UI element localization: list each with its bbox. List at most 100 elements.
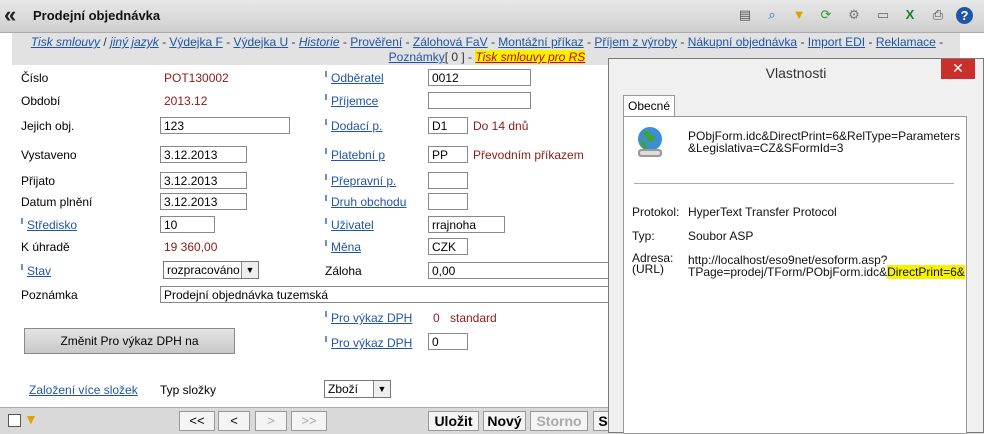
label-typ-slozky: Typ složky bbox=[160, 383, 217, 397]
link-prepravni-p[interactable]: Přepravní p. bbox=[325, 174, 396, 188]
link-stredisko[interactable]: Středisko bbox=[21, 218, 77, 232]
link-vydejka-f[interactable]: Výdejka F bbox=[169, 35, 222, 49]
input-uzivatel[interactable]: rrajnoha bbox=[428, 216, 505, 233]
properties-dialog: Vlastnosti ✕ Obecné PObjForm.idc&DirectP… bbox=[608, 58, 984, 434]
prev-page-button[interactable]: < bbox=[218, 411, 250, 431]
link-reklamace[interactable]: Reklamace bbox=[876, 35, 936, 49]
input-platebni-p[interactable]: PP bbox=[428, 146, 468, 163]
input-vystaveno[interactable]: 3.12.2013 bbox=[160, 146, 247, 163]
select-stav-value: rozpracováno bbox=[167, 263, 240, 277]
settings-icon[interactable]: ⚙ bbox=[845, 6, 863, 24]
input-prepravni-p[interactable] bbox=[428, 172, 468, 189]
input-prijemce[interactable] bbox=[428, 92, 531, 109]
label-zaloha: Záloha bbox=[325, 264, 362, 278]
header-bar: « Prodejní objednávka ▤ ⌕ ▼ ⟳ ⚙ ▭ X ⎙ ? bbox=[0, 0, 984, 33]
value-dodaci-text: Do 14 dnů bbox=[473, 119, 529, 133]
cancel-button[interactable]: Storno bbox=[530, 411, 588, 431]
label-cislo: Číslo bbox=[21, 71, 49, 85]
link-pro-vykaz-dph-1[interactable]: Pro výkaz DPH bbox=[325, 311, 412, 325]
link-historie[interactable]: Historie bbox=[299, 35, 340, 49]
label-datum-plneni: Datum plnění bbox=[21, 195, 93, 209]
refresh-icon[interactable]: ⟳ bbox=[817, 6, 835, 24]
label-obdobi: Období bbox=[21, 94, 61, 108]
close-icon[interactable]: ✕ bbox=[941, 59, 975, 79]
label-k-uhrade: K úhradě bbox=[21, 240, 70, 254]
input-zaloha[interactable]: 0,00 bbox=[428, 262, 609, 279]
link-prijemce[interactable]: Příjemce bbox=[325, 94, 378, 108]
save-button[interactable]: Uložit bbox=[428, 411, 479, 431]
input-mena[interactable]: CZK bbox=[428, 238, 468, 255]
filter-icon[interactable]: ▼ bbox=[790, 6, 808, 24]
label-poznamka: Poznámka bbox=[21, 288, 78, 302]
link-uzivatel[interactable]: Uživatel bbox=[325, 218, 374, 232]
select-typ-slozky[interactable]: Zboží ▼ bbox=[324, 380, 391, 398]
select-typ-value: Zboží bbox=[328, 382, 359, 396]
value-cislo: POT130002 bbox=[164, 71, 229, 85]
address-highlight: DirectPrint=6& bbox=[887, 265, 965, 279]
excel-icon[interactable]: X bbox=[901, 6, 919, 24]
link-vydejka-u[interactable]: Výdejka U bbox=[233, 35, 288, 49]
link-pro-vykaz-dph-2[interactable]: Pro výkaz DPH bbox=[325, 336, 412, 350]
input-druh-obchodu[interactable] bbox=[428, 193, 468, 210]
input-prijato[interactable]: 3.12.2013 bbox=[160, 172, 247, 189]
value-platebni-text: Převodním příkazem bbox=[473, 148, 584, 162]
chevron-down-icon: ▼ bbox=[373, 381, 390, 397]
last-page-button[interactable]: >> bbox=[291, 411, 327, 431]
link-prijem-z-vyroby[interactable]: Příjem z výroby bbox=[594, 35, 677, 49]
link-dodaci-p[interactable]: Dodací p. bbox=[325, 119, 382, 133]
divider bbox=[634, 183, 954, 184]
type-label: Typ: bbox=[632, 229, 655, 243]
change-vat-report-button[interactable]: Změnit Pro výkaz DPH na bbox=[24, 328, 235, 354]
input-stredisko[interactable]: 10 bbox=[160, 216, 215, 233]
address-line-2: TPage=prodej/TForm/PObjForm.idc&DirectPr… bbox=[688, 265, 965, 279]
filter-icon[interactable]: ▼ bbox=[24, 411, 38, 427]
link-tisk-smlouvy[interactable]: Tisk smlouvy bbox=[31, 35, 100, 49]
link-poznamky[interactable]: Poznámky bbox=[389, 50, 445, 64]
link-tisk-smlouvy-rs[interactable]: Tisk smlouvy pro RS bbox=[475, 50, 586, 64]
link-zalozeni-vice-slozek[interactable]: Založení více složek bbox=[29, 383, 138, 397]
input-dodaci-p[interactable]: D1 bbox=[428, 117, 468, 134]
select-stav[interactable]: rozpracováno ▼ bbox=[163, 261, 259, 279]
label-jejich-obj: Jejich obj. bbox=[21, 119, 75, 133]
new-button[interactable]: Nový bbox=[483, 411, 526, 431]
link-nakupni-objednavka[interactable]: Nákupní objednávka bbox=[688, 35, 797, 49]
link-mena[interactable]: Měna bbox=[325, 240, 361, 254]
notes-count: [ 0 ] bbox=[444, 50, 465, 64]
page-icon[interactable]: ▭ bbox=[874, 6, 892, 24]
tab-general[interactable]: Obecné bbox=[623, 95, 675, 117]
link-import-edi[interactable]: Import EDI bbox=[808, 35, 865, 49]
input-datum-plneni[interactable]: 3.12.2013 bbox=[160, 193, 247, 210]
type-value: Soubor ASP bbox=[688, 229, 754, 243]
link-platebni-p[interactable]: Platební p bbox=[325, 148, 385, 162]
input-pro-vykaz-dph[interactable]: 0 bbox=[428, 333, 468, 350]
link-stav[interactable]: Stav bbox=[21, 264, 51, 278]
next-page-button[interactable]: > bbox=[255, 411, 287, 431]
link-druh-obchodu[interactable]: Druh obchodu bbox=[325, 195, 406, 209]
link-zalohova-fav[interactable]: Zálohová FaV bbox=[413, 35, 488, 49]
search-icon[interactable]: ⌕ bbox=[763, 6, 781, 24]
link-montazni-prikaz[interactable]: Montážní příkaz bbox=[498, 35, 583, 49]
print-icon[interactable]: ⎙ bbox=[929, 6, 947, 24]
value-k-uhrade: 19 360,00 bbox=[164, 240, 218, 254]
input-poznamka[interactable]: Prodejní objednávka tuzemská bbox=[160, 286, 609, 303]
chevron-down-icon: ▼ bbox=[241, 262, 258, 278]
link-odberatel[interactable]: Odběratel bbox=[325, 71, 384, 85]
document-icon[interactable]: ▤ bbox=[736, 6, 754, 24]
dialog-panel: PObjForm.idc&DirectPrint=6&RelType=Param… bbox=[623, 116, 967, 434]
address-line-2a: TPage=prodej/TForm/PObjForm.idc& bbox=[688, 265, 888, 279]
back-arrow-icon[interactable]: « bbox=[4, 4, 26, 28]
help-icon[interactable]: ? bbox=[956, 7, 973, 24]
label-prijato: Přijato bbox=[21, 174, 56, 188]
address-url-label: (URL) bbox=[632, 262, 664, 276]
link-provereni[interactable]: Prověření bbox=[350, 35, 402, 49]
input-odberatel[interactable]: 0012 bbox=[428, 69, 531, 86]
value-obdobi: 2013.12 bbox=[164, 94, 208, 108]
globe-icon bbox=[638, 127, 662, 157]
value-pro-vykaz-code: 0 bbox=[433, 311, 440, 325]
first-page-button[interactable]: << bbox=[179, 411, 215, 431]
dialog-title: Vlastnosti bbox=[765, 65, 827, 81]
link-jiny-jazyk[interactable]: jiný jazyk bbox=[110, 35, 159, 49]
input-jejich-obj[interactable]: 123 bbox=[160, 117, 290, 134]
value-pro-vykaz-text: standard bbox=[450, 311, 497, 325]
select-checkbox[interactable] bbox=[8, 414, 21, 427]
